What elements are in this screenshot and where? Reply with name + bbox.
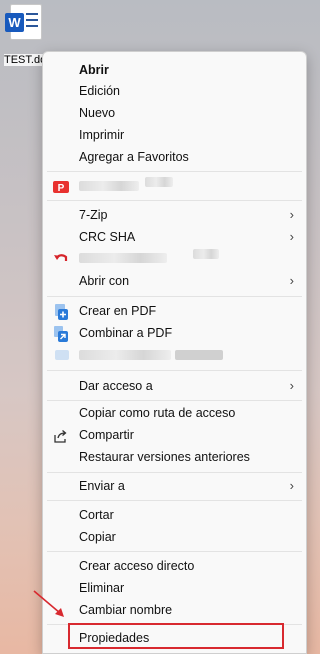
chevron-right-icon: › <box>289 207 294 222</box>
annotation-arrow-icon <box>33 590 64 617</box>
menu-separator <box>47 551 302 552</box>
menu-item-abrir-con[interactable]: Abrir con › <box>47 270 302 292</box>
menu-item-crear-acceso[interactable]: Crear acceso directo <box>47 555 302 577</box>
menu-item-copiar-ruta[interactable]: Copiar como ruta de acceso <box>47 402 302 424</box>
menu-item-redacted-2[interactable] <box>47 344 302 366</box>
menu-item-cortar[interactable]: Cortar <box>47 504 302 526</box>
menu-separator <box>47 171 302 172</box>
menu-item-agregar-favoritos[interactable]: Agregar a Favoritos <box>47 146 302 168</box>
undo-arrow-icon <box>53 251 69 265</box>
chevron-right-icon: › <box>289 378 294 393</box>
menu-item-redacted[interactable] <box>47 247 302 269</box>
menu-separator <box>47 296 302 297</box>
share-icon <box>53 428 69 443</box>
pdf-app-icon: P <box>53 179 69 194</box>
chevron-right-icon: › <box>289 273 294 288</box>
chevron-right-icon: › <box>289 478 294 493</box>
menu-item-crc-sha[interactable]: CRC SHA › <box>47 226 302 248</box>
redacted-icon <box>55 350 69 360</box>
redacted-label <box>79 350 171 360</box>
menu-item-compartir[interactable]: Compartir <box>47 424 302 446</box>
menu-item-restaurar[interactable]: Restaurar versiones anteriores <box>47 446 302 468</box>
menu-item-abrir[interactable]: Abrir <box>47 59 302 81</box>
menu-separator <box>47 472 302 473</box>
highlight-box <box>68 623 284 649</box>
word-badge: W <box>5 13 24 32</box>
menu-item-cambiar-nombre[interactable]: Cambiar nombre <box>47 599 302 621</box>
combine-pdf-icon <box>53 326 69 342</box>
menu-item-nuevo[interactable]: Nuevo <box>47 102 302 124</box>
menu-item-pdf-app[interactable]: P <box>47 175 302 197</box>
menu-separator <box>47 500 302 501</box>
menu-item-enviar-a[interactable]: Enviar a › <box>47 475 302 497</box>
menu-item-dar-acceso[interactable]: Dar acceso a › <box>47 375 302 397</box>
create-pdf-icon <box>53 304 69 320</box>
redacted-label <box>145 177 173 187</box>
chevron-right-icon: › <box>289 229 294 244</box>
menu-item-eliminar[interactable]: Eliminar <box>47 577 302 599</box>
menu-separator <box>47 400 302 401</box>
redacted-label <box>193 249 219 259</box>
redacted-label <box>175 350 223 360</box>
menu-item-combinar-pdf[interactable]: Combinar a PDF <box>47 322 302 344</box>
menu-separator <box>47 370 302 371</box>
redacted-label <box>79 181 139 191</box>
menu-item-imprimir[interactable]: Imprimir <box>47 124 302 146</box>
menu-item-crear-pdf[interactable]: Crear en PDF <box>47 300 302 322</box>
menu-separator <box>47 200 302 201</box>
context-menu: Abrir Edición Nuevo Imprimir Agregar a F… <box>42 51 307 654</box>
menu-item-edicion[interactable]: Edición <box>47 80 302 102</box>
svg-text:P: P <box>58 183 65 194</box>
word-document-icon: W <box>5 4 42 40</box>
menu-item-copiar[interactable]: Copiar <box>47 526 302 548</box>
menu-item-7zip[interactable]: 7-Zip › <box>47 204 302 226</box>
redacted-label <box>79 253 167 263</box>
